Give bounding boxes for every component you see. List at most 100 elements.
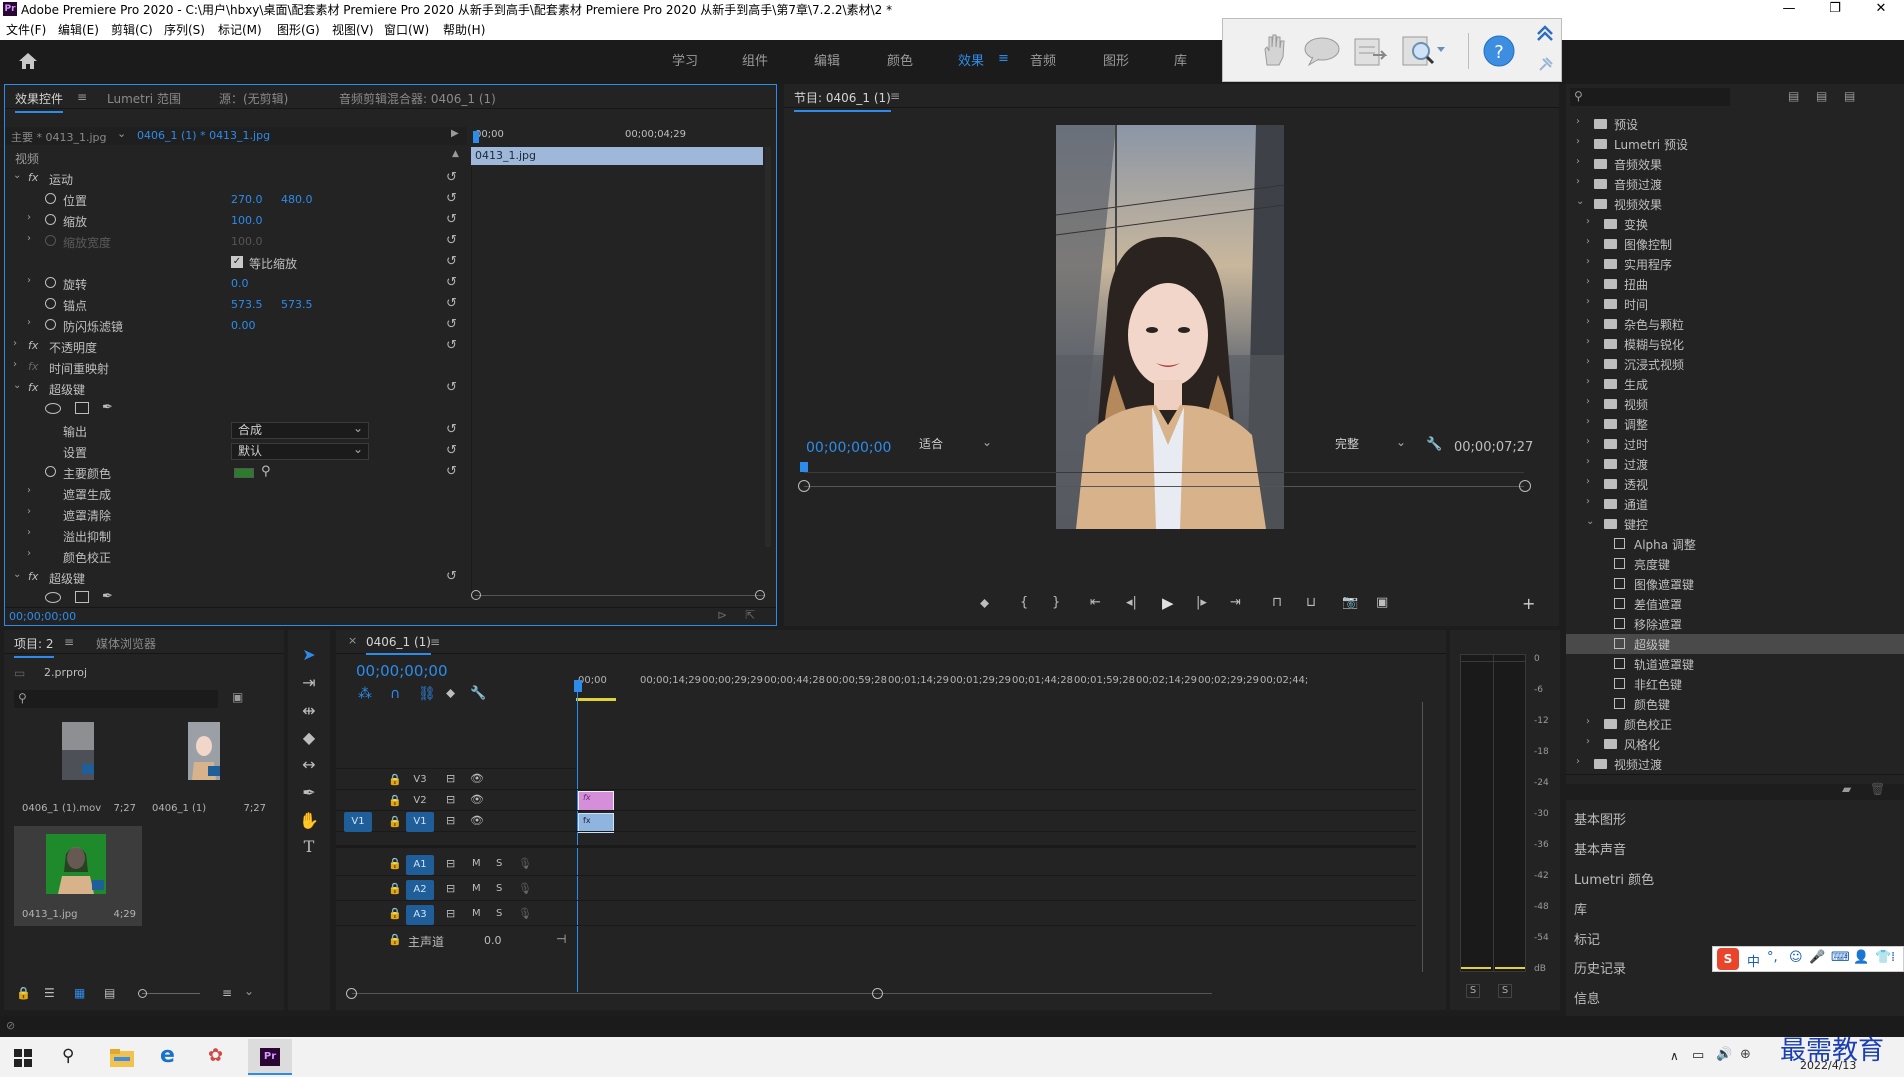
project-search-input[interactable]: ⚲ xyxy=(14,690,218,708)
track-target-button[interactable]: A1 xyxy=(406,855,434,875)
chevron-right-icon[interactable]: › xyxy=(1576,156,1580,167)
sync-lock-icon[interactable]: ⊟ xyxy=(446,882,455,895)
chevron-right-icon[interactable]: › xyxy=(1576,116,1580,127)
selection-tool-icon[interactable]: ➤ xyxy=(298,644,320,666)
effect-folder[interactable]: › 生成 xyxy=(1566,374,1904,394)
lock-icon[interactable]: 🔒 xyxy=(388,794,402,807)
user-icon[interactable]: 👤 xyxy=(1853,950,1869,965)
reset-icon[interactable]: ↺ xyxy=(446,443,457,458)
new-bin-from-search-icon[interactable]: ▣ xyxy=(232,690,243,704)
slip-tool-icon[interactable]: ↔ xyxy=(298,754,320,776)
workspace-tab-editing[interactable]: 编辑 xyxy=(814,50,840,69)
close-button[interactable]: ✕ xyxy=(1858,0,1904,18)
export-icon[interactable] xyxy=(1351,33,1389,69)
stopwatch-icon[interactable] xyxy=(45,466,56,477)
reset-icon[interactable]: ↺ xyxy=(446,254,457,269)
effect-item[interactable]: 差值遮罩 xyxy=(1566,594,1904,614)
anchor-y-value[interactable]: 573.5 xyxy=(281,298,313,311)
reset-icon[interactable]: ↺ xyxy=(446,296,457,311)
reset-icon[interactable]: ↺ xyxy=(446,233,457,248)
reset-icon[interactable]: ↺ xyxy=(446,212,457,227)
sync-lock-icon[interactable]: ⊟ xyxy=(446,907,455,920)
lock-icon[interactable]: 🔒 xyxy=(388,882,402,895)
ec-zoom-handle-left[interactable] xyxy=(471,590,481,600)
minimize-button[interactable]: — xyxy=(1766,0,1812,18)
effect-folder[interactable]: › 调整 xyxy=(1566,414,1904,434)
lock-icon[interactable]: 🔒 xyxy=(388,857,402,870)
eye-icon[interactable]: 👁 xyxy=(470,814,484,827)
reset-icon[interactable]: ↺ xyxy=(446,275,457,290)
eye-icon[interactable]: 👁 xyxy=(470,772,484,785)
chevron-right-icon[interactable]: › xyxy=(27,212,31,223)
chevron-right-icon[interactable]: › xyxy=(1586,356,1590,367)
add-marker-icon[interactable]: ⬥ xyxy=(980,596,989,611)
home-icon[interactable] xyxy=(18,52,38,70)
chevron-right-icon[interactable]: › xyxy=(27,506,31,517)
track-target-button[interactable]: A2 xyxy=(406,880,434,900)
eye-icon[interactable]: 👁 xyxy=(470,793,484,806)
ec-zoom-handle-right[interactable] xyxy=(755,590,765,600)
stopwatch-icon[interactable] xyxy=(45,319,56,330)
ec-timecode[interactable]: 00;00;00;00 xyxy=(9,610,76,623)
master-clip-label[interactable]: 主要 * 0413_1.jpg xyxy=(11,129,107,145)
chevron-right-icon[interactable]: › xyxy=(1586,316,1590,327)
effect-folder[interactable]: › 时间 xyxy=(1566,294,1904,314)
chevron-down-icon[interactable]: ⌄ xyxy=(13,569,21,580)
ime-indicator-icon[interactable]: ⊕ xyxy=(1740,1047,1751,1062)
fx-badge-icon[interactable]: fx xyxy=(28,339,38,352)
panel-menu-icon[interactable]: ≡ xyxy=(77,90,87,104)
menu-clip[interactable]: 剪辑(C) xyxy=(111,21,153,38)
chevron-down-icon[interactable]: ⌄ xyxy=(13,380,21,391)
pen-mask-icon[interactable]: ✒ xyxy=(102,400,113,415)
tab-effect-controls[interactable]: 效果控件 xyxy=(15,90,64,113)
rectangle-mask-icon[interactable] xyxy=(75,402,89,414)
add-button-icon[interactable]: + xyxy=(1522,594,1535,613)
reset-icon[interactable]: ↺ xyxy=(446,338,457,353)
chevron-right-icon[interactable]: › xyxy=(1586,396,1590,407)
punctuation-icon[interactable]: °, xyxy=(1767,950,1778,965)
reset-icon[interactable]: ↺ xyxy=(446,170,457,185)
emoji-icon[interactable]: ☺ xyxy=(1789,950,1803,965)
panel-menu-icon[interactable]: ≡ xyxy=(64,635,74,649)
position-x-value[interactable]: 270.0 xyxy=(231,193,263,206)
comment-icon[interactable] xyxy=(1303,35,1341,67)
solo-right-button[interactable]: S xyxy=(1498,984,1512,998)
effect-folder[interactable]: › 沉浸式视频 xyxy=(1566,354,1904,374)
effect-item[interactable]: 图像遮罩键 xyxy=(1566,574,1904,594)
sync-lock-icon[interactable]: ⊟ xyxy=(446,814,455,827)
row-opacity[interactable]: › fx 不透明度 ↺ xyxy=(5,336,467,357)
panel-history[interactable]: 历史记录 xyxy=(1574,958,1626,977)
workspace-tab-libraries[interactable]: 库 xyxy=(1174,50,1187,69)
source-patch-button[interactable]: V1 xyxy=(344,812,372,832)
network-icon[interactable]: ▭ xyxy=(1692,1048,1704,1063)
panel-menu-icon[interactable]: ≡ xyxy=(890,89,900,103)
mute-button[interactable]: M xyxy=(472,858,481,869)
effect-folder[interactable]: › 扭曲 xyxy=(1566,274,1904,294)
pen-tool-icon[interactable]: ✒ xyxy=(298,782,320,804)
chevron-right-icon[interactable]: › xyxy=(1586,376,1590,387)
menu-graphics[interactable]: 图形(G) xyxy=(277,21,320,38)
effect-item[interactable]: 非红色键 xyxy=(1566,674,1904,694)
step-forward-icon[interactable]: |▸ xyxy=(1196,595,1207,610)
chevron-right-icon[interactable]: › xyxy=(27,527,31,538)
stopwatch-icon[interactable] xyxy=(45,214,56,225)
workspace-tab-audio[interactable]: 音频 xyxy=(1030,50,1056,69)
timeline-vertical-scroll[interactable] xyxy=(1422,702,1423,972)
effect-folder[interactable]: › 颜色校正 xyxy=(1566,714,1904,734)
ec-scrollbar[interactable] xyxy=(765,147,771,547)
panel-libraries[interactable]: 库 xyxy=(1574,899,1587,918)
track-target-button[interactable]: V1 xyxy=(406,812,434,832)
rectangle-mask-icon[interactable] xyxy=(75,591,89,603)
lock-icon[interactable]: 🔒 xyxy=(16,986,31,1000)
program-ruler[interactable] xyxy=(804,472,1524,473)
hand-tool-icon[interactable] xyxy=(1259,33,1289,67)
workspace-tab-graphics[interactable]: 图形 xyxy=(1103,50,1129,69)
master-volume-value[interactable]: 0.0 xyxy=(484,934,502,947)
chevron-down-icon[interactable]: ⌄ xyxy=(1586,516,1594,527)
ellipse-mask-icon[interactable] xyxy=(45,403,61,414)
effect-folder[interactable]: ⌄ 视频效果 xyxy=(1566,194,1904,214)
menu-grid-icon[interactable]: ⁞ xyxy=(1891,950,1895,965)
chevron-right-icon[interactable]: › xyxy=(1586,276,1590,287)
export-frame-icon[interactable]: 📷 xyxy=(1342,595,1358,610)
program-zoom-handle-left[interactable] xyxy=(798,480,810,492)
